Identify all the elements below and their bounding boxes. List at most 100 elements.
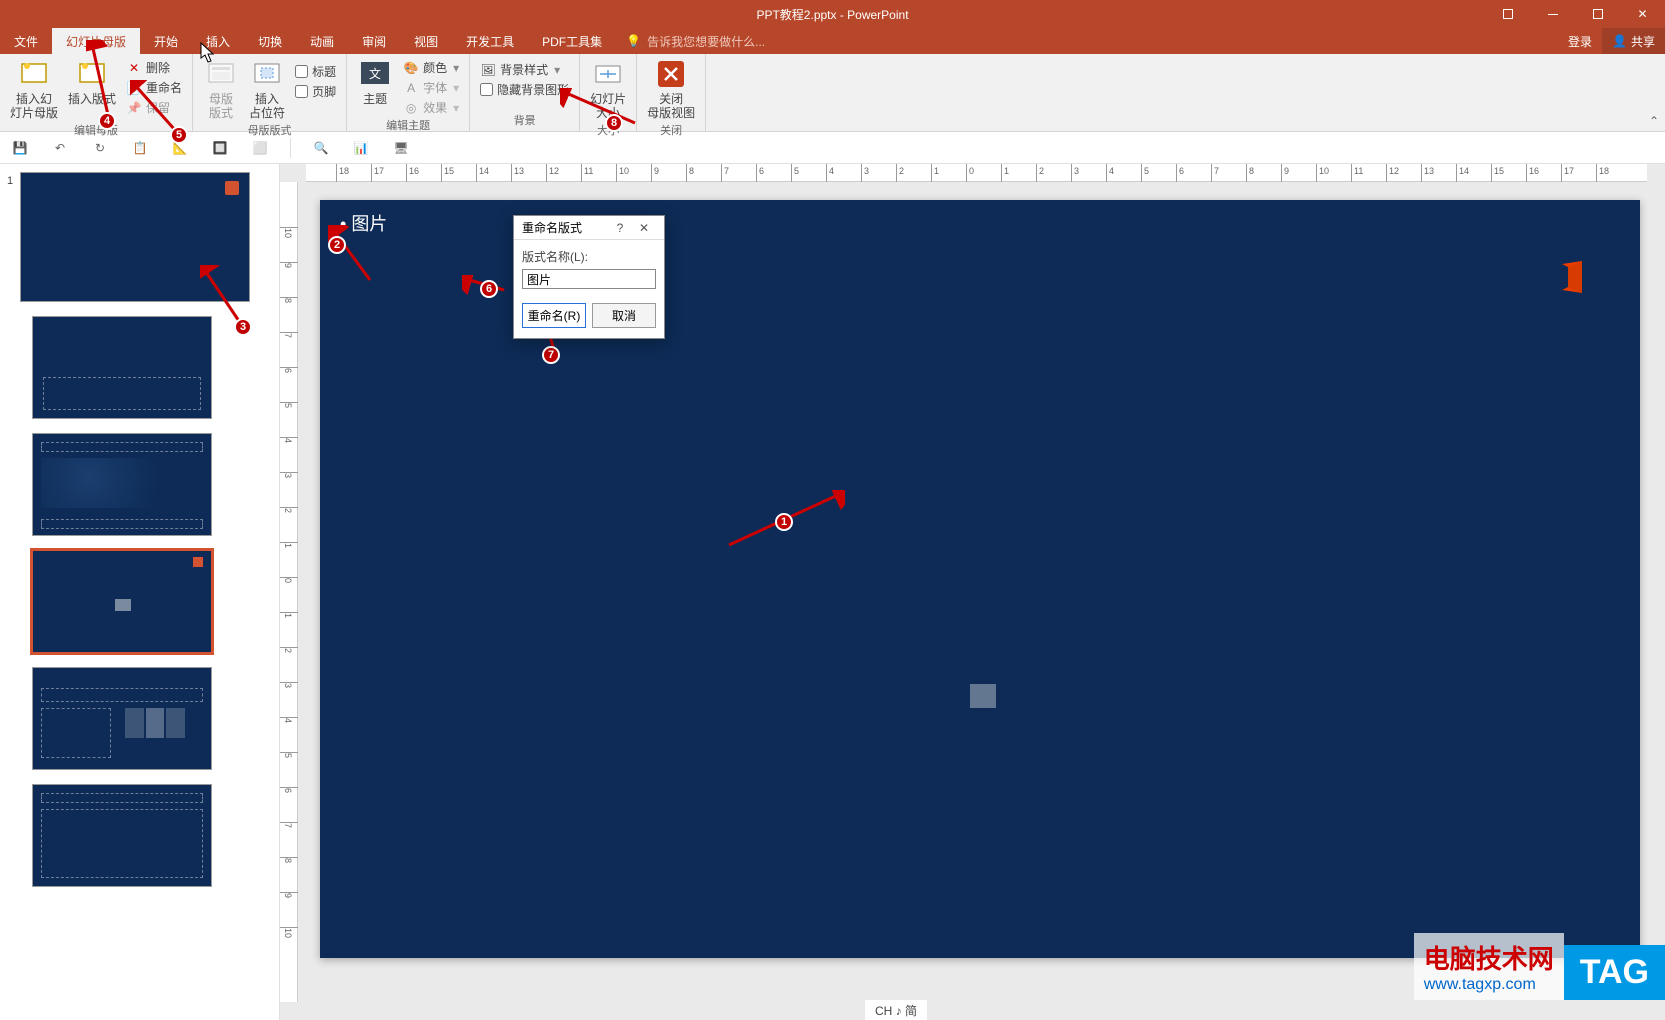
arrow-5 [130,80,180,135]
slide-canvas[interactable]: 图片 重命名版式 ? ✕ 版式名称(L): 重命名(R) 取消 [320,200,1640,958]
ribbon-options-icon[interactable] [1485,0,1530,28]
group-edit-theme-label: 编辑主题 [353,117,463,134]
delete-label: 删除 [146,59,170,76]
insert-placeholder-button[interactable]: 插入 占位符 [245,56,289,122]
dialog-title: 重命名版式 [522,219,608,236]
layout-thumbnail-5[interactable] [32,784,212,887]
tab-home[interactable]: 开始 [140,28,192,54]
layout-name-input[interactable] [522,269,656,289]
title-bar: PPT教程2.pptx - PowerPoint [0,0,1665,28]
qat-btn-4[interactable]: ⬜ [250,138,270,158]
thumb-number-1: 1 [7,175,13,187]
delete-button[interactable]: ✕删除 [122,58,186,77]
tab-file[interactable]: 文件 [0,28,52,54]
layout-thumbnail-2[interactable] [32,433,212,536]
tab-animations[interactable]: 动画 [296,28,348,54]
share-label: 共享 [1631,33,1655,50]
layout-name-label: 版式名称(L): [522,248,656,265]
dialog-rename-button[interactable]: 重命名(R) [522,303,586,328]
hide-bg-checkbox[interactable]: 隐藏背景图形 [476,80,573,99]
arrow-8 [560,88,640,128]
menu-bar: 文件 幻灯片母版 开始 插入 切换 动画 审阅 视图 开发工具 PDF工具集 💡… [0,28,1665,54]
svg-text:文: 文 [369,66,381,81]
insert-placeholder-label: 插入 占位符 [249,92,285,120]
effects-label: 效果 [423,99,447,116]
horizontal-ruler[interactable]: 1817161514131211109876543210123456789101… [306,164,1647,182]
tab-review[interactable]: 审阅 [348,28,400,54]
tab-pdf[interactable]: PDF工具集 [528,28,616,54]
tab-view[interactable]: 视图 [400,28,452,54]
tab-transitions[interactable]: 切换 [244,28,296,54]
marker-7: 7 [542,346,560,364]
edit-pane: 1817161514131211109876543210123456789101… [280,164,1665,1020]
slide-master-icon [18,58,50,90]
login-button[interactable]: 登录 [1558,28,1602,54]
layout-thumbnail-1[interactable] [32,316,212,419]
group-background-label: 背景 [476,112,573,129]
effects-icon: ◎ [403,100,419,116]
bg-styles-button[interactable]: 🖼背景样式▾ [476,60,573,79]
group-master-layout: 母版 版式 插入 占位符 标题 页脚 母版版式 [193,54,347,131]
group-close-label: 关闭 [643,122,699,139]
colors-button[interactable]: 🎨颜色▾ [399,58,463,77]
watermark-line2: www.tagxp.com [1424,976,1554,994]
restore-button[interactable] [1575,0,1620,28]
themes-button[interactable]: 文 主题 [353,56,397,108]
title-checkbox-label: 标题 [312,63,336,80]
tell-me-label: 告诉我您想要做什么... [647,33,765,50]
group-edit-theme: 文 主题 🎨颜色▾ A字体▾ ◎效果▾ 编辑主题 [347,54,470,131]
minimize-button[interactable] [1530,0,1575,28]
thumb-picture-icon [115,599,131,611]
bg-styles-label: 背景样式 [500,61,548,78]
marker-5: 5 [170,126,188,144]
close-window-button[interactable] [1620,0,1665,28]
layout-thumbnail-3-selected[interactable] [32,550,212,653]
marker-6: 6 [480,280,498,298]
status-ime[interactable]: CH ♪ 简 [865,1000,927,1020]
title-checkbox[interactable]: 标题 [291,62,340,81]
master-layout-label: 母版 版式 [209,92,233,120]
fonts-button[interactable]: A字体▾ [399,78,463,97]
colors-label: 颜色 [423,59,447,76]
footers-checkbox-label: 页脚 [312,83,336,100]
picture-placeholder-icon[interactable] [970,684,996,708]
close-master-button[interactable]: 关闭 母版视图 [643,56,699,122]
save-icon[interactable]: 💾 [10,138,30,158]
master-layout-button[interactable]: 母版 版式 [199,56,243,122]
thumb-logo-icon [225,181,239,195]
qat-btn-5[interactable]: 🔍 [311,138,331,158]
watermark-tag: TAG [1564,945,1665,1000]
collapse-ribbon-icon[interactable]: ⌃ [1649,114,1659,128]
ribbon: 插入幻 灯片母版 插入版式 ✕删除 📝重命名 📌保留 编辑母版 母版 版式 插入… [0,54,1665,132]
dialog-help-icon[interactable]: ? [608,216,632,240]
themes-icon: 文 [359,58,391,90]
watermark-line1: 电脑技术网 [1424,939,1554,976]
insert-slide-master-button[interactable]: 插入幻 灯片母版 [6,56,62,122]
qat-btn-6[interactable]: 📊 [351,138,371,158]
group-close: 关闭 母版视图 关闭 [637,54,706,131]
dialog-close-icon[interactable]: ✕ [632,216,656,240]
effects-button[interactable]: ◎效果▾ [399,98,463,117]
window-title: PPT教程2.pptx - PowerPoint [756,6,908,23]
marker-4: 4 [98,112,116,130]
group-master-layout-label: 母版版式 [199,122,340,139]
tab-devtools[interactable]: 开发工具 [452,28,528,54]
ime-label: CH ♪ 简 [875,1002,917,1019]
bg-styles-icon: 🖼 [480,62,496,78]
vertical-ruler[interactable]: 10987654321012345678910 [280,182,298,1002]
tell-me[interactable]: 💡 告诉我您想要做什么... [626,28,765,54]
marker-2: 2 [328,236,346,254]
dialog-cancel-button[interactable]: 取消 [592,303,656,328]
layout-thumbnail-4[interactable] [32,667,212,770]
redo-icon[interactable]: ↻ [90,138,110,158]
close-master-label: 关闭 母版视图 [647,92,695,120]
qat-btn-3[interactable]: 🔲 [210,138,230,158]
slide-size-icon [592,58,624,90]
share-button[interactable]: 👤共享 [1602,28,1665,54]
footers-checkbox[interactable]: 页脚 [291,82,340,101]
undo-icon[interactable]: ↶ [50,138,70,158]
insert-slide-master-label: 插入幻 灯片母版 [10,92,58,120]
qat-btn-7[interactable]: 🖥 [391,138,411,158]
qat-btn-1[interactable]: 📋 [130,138,150,158]
fonts-label: 字体 [423,79,447,96]
